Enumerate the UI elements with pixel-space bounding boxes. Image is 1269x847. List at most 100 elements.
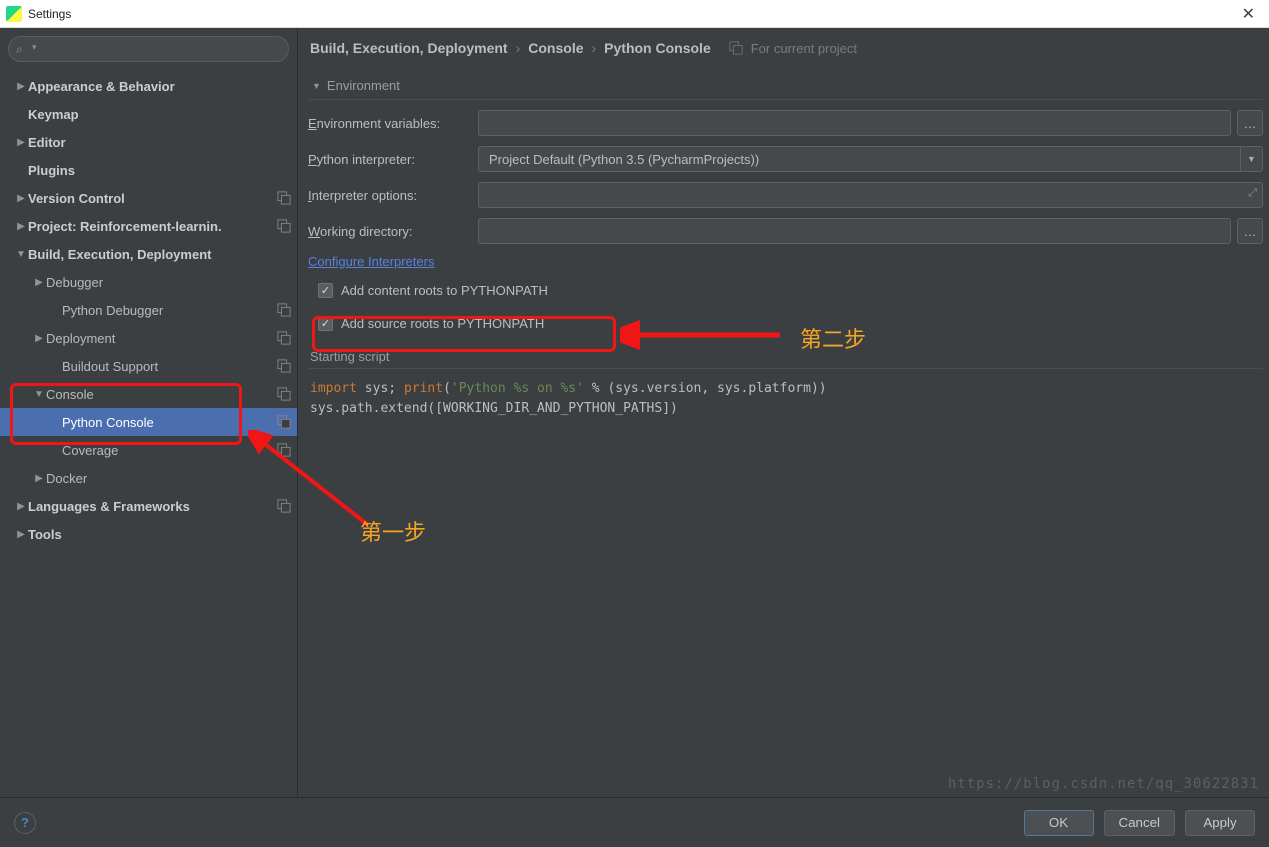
scope-label: For current project: [751, 41, 857, 56]
expand-icon[interactable]: ⤢: [1248, 187, 1257, 200]
search-input[interactable]: [8, 36, 289, 62]
checkbox-source-roots[interactable]: ✓: [318, 316, 333, 331]
interp-opts-input[interactable]: [478, 182, 1263, 208]
sidebar-item[interactable]: ▶Version Control: [0, 184, 297, 212]
code-string: 'Python %s on %s': [451, 381, 584, 396]
main-area: ⌕ ▾ ▶Appearance & BehaviorKeymap▶EditorP…: [0, 28, 1269, 797]
sidebar-item[interactable]: ▶Languages & Frameworks: [0, 492, 297, 520]
triangle-right-icon: ▶: [14, 501, 28, 512]
interpreter-label: Python interpreter:: [308, 152, 478, 167]
sidebar-item[interactable]: ▶Tools: [0, 520, 297, 548]
row-env-vars: Environment variables: …: [308, 110, 1263, 136]
project-scope-icon: [277, 219, 291, 233]
triangle-right-icon: ▶: [14, 81, 28, 92]
search-icon: ⌕: [16, 42, 23, 57]
sidebar-item[interactable]: ▼Build, Execution, Deployment: [0, 240, 297, 268]
dialog-footer: ? OK Cancel Apply: [0, 797, 1269, 847]
pycharm-icon: [6, 6, 22, 22]
sidebar-item[interactable]: Keymap: [0, 100, 297, 128]
sidebar-item-label: Docker: [46, 471, 291, 486]
sidebar-item[interactable]: Plugins: [0, 156, 297, 184]
sidebar-item[interactable]: ▶Project: Reinforcement-learnin.: [0, 212, 297, 240]
window-title: Settings: [28, 7, 1234, 21]
configure-interpreters-link[interactable]: Configure Interpreters: [308, 254, 434, 269]
breadcrumb-part: Console: [528, 40, 583, 56]
code-text: % (sys.version, sys.platform)): [584, 381, 827, 396]
triangle-down-icon: ▼: [32, 389, 46, 400]
working-dir-input[interactable]: [478, 218, 1231, 244]
triangle-down-icon: ▼: [14, 249, 28, 260]
sidebar-item-label: Buildout Support: [62, 359, 277, 374]
chevron-right-icon: ›: [592, 40, 597, 56]
sidebar-item-label: Appearance & Behavior: [28, 79, 291, 94]
row-add-content-roots: ✓ Add content roots to PYTHONPATH: [308, 283, 1263, 298]
sidebar-item-label: Project: Reinforcement-learnin.: [28, 219, 277, 234]
ok-button[interactable]: OK: [1024, 810, 1094, 836]
chevron-down-icon: ▾: [32, 42, 37, 53]
project-scope-icon: [277, 359, 291, 373]
sidebar-item-label: Python Console: [62, 415, 277, 430]
breadcrumb-part: Build, Execution, Deployment: [310, 40, 508, 56]
sidebar-item-label: Debugger: [46, 275, 291, 290]
triangle-right-icon: ▶: [14, 221, 28, 232]
triangle-down-icon: ▼: [312, 81, 321, 91]
sidebar-item[interactable]: ▶Editor: [0, 128, 297, 156]
sidebar-item[interactable]: ▶Docker: [0, 464, 297, 492]
project-scope-icon: [729, 41, 743, 55]
row-working-dir: Working directory: …: [308, 218, 1263, 244]
triangle-right-icon: ▶: [14, 137, 28, 148]
starting-script-editor[interactable]: import sys; print('Python %s on %s' % (s…: [308, 369, 1263, 429]
sidebar-item[interactable]: Coverage: [0, 436, 297, 464]
chevron-right-icon: ›: [516, 40, 521, 56]
help-button[interactable]: ?: [14, 812, 36, 834]
project-scope-icon: [277, 303, 291, 317]
interpreter-select[interactable]: Project Default (Python 3.5 (PycharmProj…: [478, 146, 1263, 172]
triangle-right-icon: ▶: [32, 277, 46, 288]
row-add-source-roots: ✓ Add source roots to PYTHONPATH: [308, 316, 1263, 331]
sidebar-item[interactable]: ▶Debugger: [0, 268, 297, 296]
interp-opts-label: Interpreter options:: [308, 188, 478, 203]
search-wrap: ⌕ ▾: [0, 28, 297, 70]
sidebar-item[interactable]: ▶Deployment: [0, 324, 297, 352]
triangle-right-icon: ▶: [14, 529, 28, 540]
browse-button[interactable]: …: [1237, 110, 1263, 136]
code-text: sys;: [357, 381, 404, 396]
row-interp-opts: Interpreter options: ⤢: [308, 182, 1263, 208]
sidebar-item[interactable]: Python Debugger: [0, 296, 297, 324]
section-environment[interactable]: ▼ Environment: [308, 72, 1263, 100]
working-dir-label: Working directory:: [308, 224, 478, 239]
sidebar-item-label: Deployment: [46, 331, 277, 346]
triangle-right-icon: ▶: [32, 333, 46, 344]
code-text: (: [443, 381, 451, 396]
env-vars-input[interactable]: [478, 110, 1231, 136]
checkbox-content-roots[interactable]: ✓: [318, 283, 333, 298]
triangle-right-icon: ▶: [32, 473, 46, 484]
settings-sidebar: ⌕ ▾ ▶Appearance & BehaviorKeymap▶EditorP…: [0, 28, 298, 797]
settings-tree[interactable]: ▶Appearance & BehaviorKeymap▶EditorPlugi…: [0, 70, 297, 797]
sidebar-item-label: Tools: [28, 527, 291, 542]
cancel-button[interactable]: Cancel: [1104, 810, 1176, 836]
settings-panel: ▼ Environment Environment variables: … P…: [298, 68, 1269, 797]
sidebar-item-label: Build, Execution, Deployment: [28, 247, 291, 262]
code-keyword: print: [404, 381, 443, 396]
sidebar-item[interactable]: Python Console: [0, 408, 297, 436]
row-interpreter: Python interpreter: Project Default (Pyt…: [308, 146, 1263, 172]
sidebar-item-label: Editor: [28, 135, 291, 150]
sidebar-item-label: Keymap: [28, 107, 291, 122]
sidebar-item[interactable]: Buildout Support: [0, 352, 297, 380]
browse-button[interactable]: …: [1237, 218, 1263, 244]
project-scope-icon: [277, 191, 291, 205]
sidebar-item[interactable]: ▶Appearance & Behavior: [0, 72, 297, 100]
code-keyword: import: [310, 381, 357, 396]
sidebar-item-label: Version Control: [28, 191, 277, 206]
project-scope-icon: [277, 415, 291, 429]
apply-button[interactable]: Apply: [1185, 810, 1255, 836]
sidebar-item[interactable]: ▼Console: [0, 380, 297, 408]
sidebar-item-label: Plugins: [28, 163, 291, 178]
close-icon[interactable]: ✕: [1234, 4, 1263, 24]
interpreter-value: Project Default (Python 3.5 (PycharmProj…: [489, 152, 759, 167]
breadcrumb: Build, Execution, Deployment › Console ›…: [298, 28, 1269, 68]
env-vars-label: Environment variables:: [308, 116, 478, 131]
sidebar-item-label: Languages & Frameworks: [28, 499, 277, 514]
checkbox-content-roots-label: Add content roots to PYTHONPATH: [341, 283, 548, 298]
